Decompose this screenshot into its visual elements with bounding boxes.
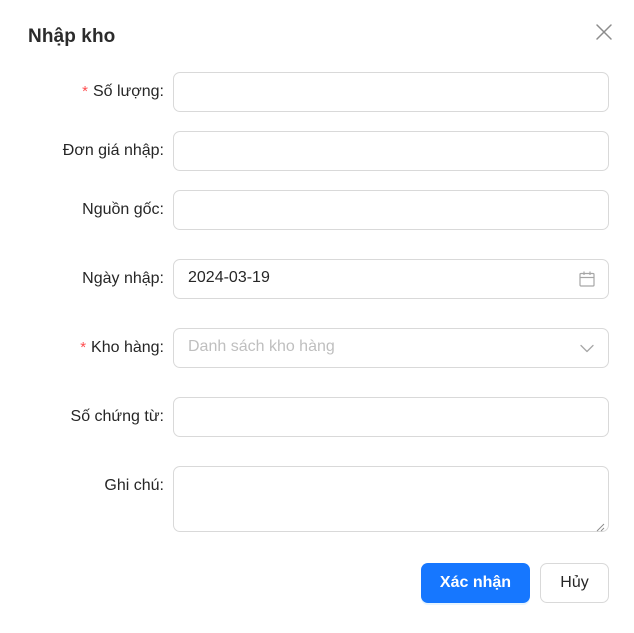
close-icon[interactable] (594, 22, 614, 42)
import-date-label: Ngày nhập: (82, 270, 164, 287)
document-no-field[interactable] (173, 397, 609, 437)
quantity-field[interactable] (173, 72, 609, 112)
required-mark: * (80, 339, 87, 356)
quantity-label: * Số lượng: (82, 83, 164, 100)
origin-label: Nguồn gốc: (82, 201, 164, 218)
form-row-quantity: * Số lượng: (0, 72, 634, 112)
resize-handle-icon[interactable] (596, 519, 605, 532)
calendar-icon[interactable] (578, 270, 596, 288)
required-mark: * (82, 83, 88, 100)
form-row-document-no: Số chứng từ: (0, 397, 634, 437)
import-price-input[interactable] (174, 132, 608, 170)
chevron-down-icon[interactable] (578, 339, 596, 357)
document-no-input[interactable] (174, 398, 608, 436)
import-price-label: Đơn giá nhập: (62, 142, 164, 159)
warehouse-label: * Kho hàng: (80, 339, 164, 356)
import-date-value: 2024-03-19 (188, 269, 270, 286)
note-label: Ghi chú: (104, 477, 164, 494)
import-price-field[interactable] (173, 131, 609, 171)
form-row-warehouse: * Kho hàng: Danh sách kho hàng (0, 328, 634, 368)
note-textarea[interactable] (173, 466, 609, 532)
form-row-note: Ghi chú: (0, 466, 634, 532)
import-date-picker[interactable]: 2024-03-19 (173, 259, 609, 299)
warehouse-select[interactable]: Danh sách kho hàng (173, 328, 609, 368)
cancel-button[interactable]: Hủy (540, 563, 609, 603)
form-row-import-price: Đơn giá nhập: (0, 131, 634, 171)
document-no-label: Số chứng từ: (70, 408, 164, 425)
confirm-button[interactable]: Xác nhận (421, 563, 530, 603)
warehouse-placeholder: Danh sách kho hàng (188, 338, 335, 355)
import-stock-dialog: Nhập kho * Số lượng: Đơn giá nhập: Nguồn … (0, 0, 634, 633)
origin-input[interactable] (174, 191, 608, 229)
form-row-origin: Nguồn gốc: (0, 190, 634, 230)
quantity-input[interactable] (174, 73, 608, 111)
dialog-title: Nhập kho (28, 26, 116, 47)
origin-field[interactable] (173, 190, 609, 230)
form-row-import-date: Ngày nhập: 2024-03-19 (0, 259, 634, 299)
